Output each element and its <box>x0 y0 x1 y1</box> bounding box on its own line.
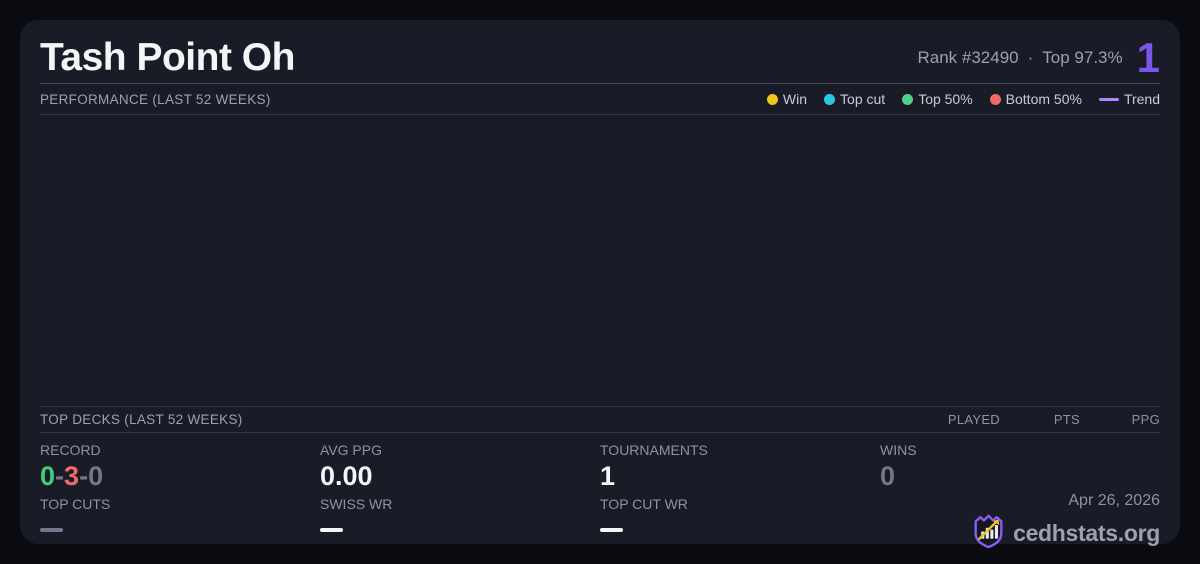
rank-text: Rank #32490 · Top 97.3% <box>917 48 1122 68</box>
swiss-wr-empty-dash <box>320 528 343 532</box>
legend-item-bottom-50: Bottom 50% <box>990 91 1082 107</box>
record-value: 0-3-0 <box>40 461 320 491</box>
cedhstats-shield-logo-icon <box>972 513 1005 554</box>
record-draws: 0 <box>88 461 103 491</box>
top-decks-section-title: TOP DECKS (LAST 52 WEEKS) <box>40 412 243 427</box>
avg-ppg-value: 0.00 <box>320 461 600 491</box>
stat-top-cut-wr: TOP CUT WR <box>600 496 880 532</box>
top-decks-column-headers: PLAYED PTS PPG <box>920 412 1160 427</box>
top-cuts-empty-dash <box>40 528 63 532</box>
column-header-ppg: PPG <box>1080 412 1160 427</box>
brand-name: cedhstats.org <box>1013 520 1160 547</box>
stat-tournaments: TOURNAMENTS 1 <box>600 442 880 494</box>
tournaments-value: 1 <box>600 461 880 491</box>
legend-item-win: Win <box>767 91 807 107</box>
card-header: Tash Point Oh Rank #32490 · Top 97.3% 1 <box>40 20 1160 84</box>
chart-legend: Win Top cut Top 50% Bottom 50% Trend <box>767 91 1160 107</box>
stat-record: RECORD 0-3-0 <box>40 442 320 494</box>
performance-section-header: PERFORMANCE (LAST 52 WEEKS) Win Top cut … <box>40 84 1160 115</box>
rank-number-label: Rank #32490 <box>917 48 1018 68</box>
legend-item-top-cut: Top cut <box>824 91 885 107</box>
stat-wins: WINS 0 <box>880 442 1160 494</box>
top-cut-dot-icon <box>824 94 835 105</box>
date-label: Apr 26, 2026 <box>972 492 1160 510</box>
big-rank-number: 1 <box>1137 37 1160 79</box>
rank-block: Rank #32490 · Top 97.3% 1 <box>917 37 1160 79</box>
record-losses: 3 <box>64 461 79 491</box>
player-stats-card: Tash Point Oh Rank #32490 · Top 97.3% 1 … <box>20 20 1180 544</box>
legend-item-top-50: Top 50% <box>902 91 972 107</box>
trend-line-icon <box>1099 98 1119 101</box>
top-decks-section-header: TOP DECKS (LAST 52 WEEKS) PLAYED PTS PPG <box>40 407 1160 433</box>
column-header-pts: PTS <box>1000 412 1080 427</box>
page-title: Tash Point Oh <box>40 36 295 80</box>
top-percent-label: Top 97.3% <box>1042 48 1122 68</box>
stats-section: RECORD 0-3-0 AVG PPG 0.00 TOURNAMENTS 1 … <box>40 433 1160 563</box>
performance-chart <box>40 115 1160 407</box>
performance-section-title: PERFORMANCE (LAST 52 WEEKS) <box>40 92 271 107</box>
stat-swiss-wr: SWISS WR <box>320 496 600 532</box>
column-header-played: PLAYED <box>920 412 1000 427</box>
top-cut-wr-empty-dash <box>600 528 623 532</box>
stat-avg-ppg: AVG PPG 0.00 <box>320 442 600 494</box>
record-wins: 0 <box>40 461 55 491</box>
bottom-50-dot-icon <box>990 94 1001 105</box>
brand-row: cedhstats.org <box>972 513 1160 554</box>
top-50-dot-icon <box>902 94 913 105</box>
wins-value: 0 <box>880 461 1160 491</box>
rank-separator: · <box>1028 48 1034 68</box>
footer-brand-block: Apr 26, 2026 cedhstats.org <box>972 492 1160 554</box>
win-dot-icon <box>767 94 778 105</box>
legend-item-trend: Trend <box>1099 91 1160 107</box>
stat-top-cuts: TOP CUTS <box>40 496 320 532</box>
